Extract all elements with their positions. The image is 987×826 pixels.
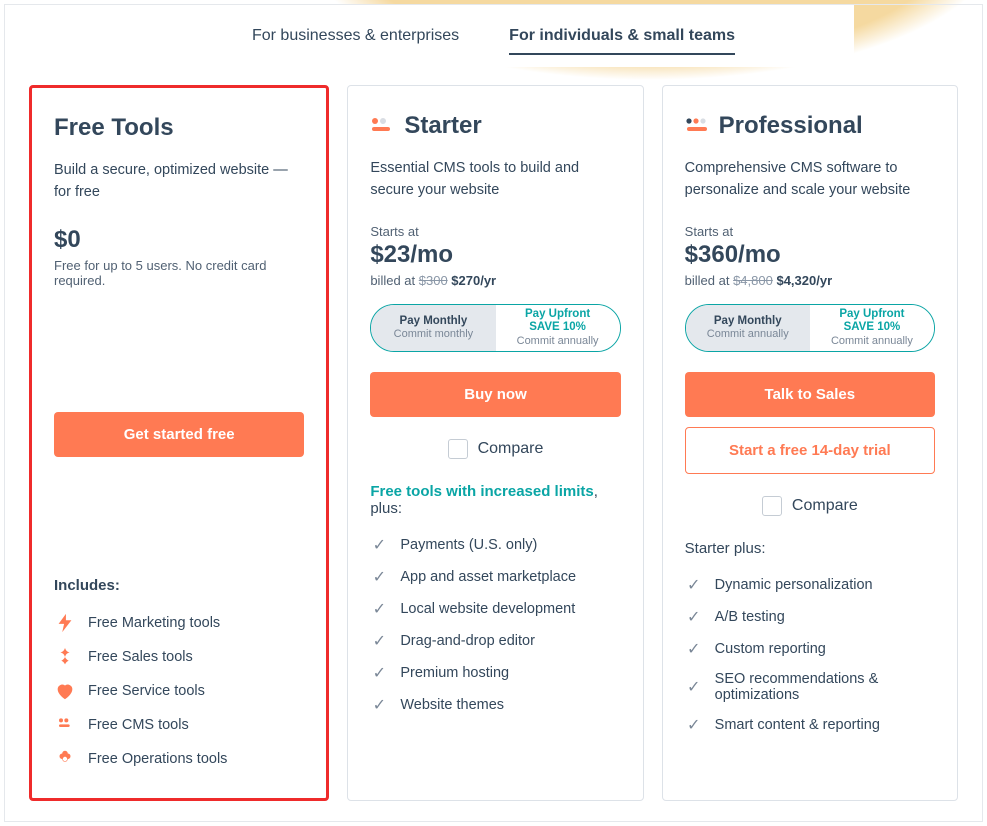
compare-label: Compare: [478, 440, 544, 458]
plan-title: Free Tools: [54, 114, 174, 142]
feature-label: Free Operations tools: [88, 751, 227, 767]
plan-desc: Build a secure, optimized website — for …: [54, 160, 304, 204]
list-item: ✓ Premium hosting: [370, 657, 620, 689]
feature-list: ✓ Dynamic personalization ✓ A/B testing ✓ C…: [685, 569, 935, 741]
compare-row[interactable]: Compare: [685, 496, 935, 516]
plan-price: $360/mo: [685, 241, 935, 269]
includes-header: Starter plus:: [685, 540, 935, 557]
list-item: ✓ Custom reporting: [685, 633, 935, 665]
list-item: ✓ Drag-and-drop editor: [370, 625, 620, 657]
check-icon: ✓: [370, 599, 388, 619]
toggle-pay-upfront[interactable]: Pay Upfront SAVE 10% Commit annually: [496, 305, 620, 351]
list-item: ✓ Smart content & reporting: [685, 709, 935, 741]
plan-billed-line: billed at $4,800 $4,320/yr: [685, 273, 935, 288]
cms-hub-icon: [54, 714, 76, 736]
check-icon: ✓: [370, 695, 388, 715]
buy-now-button[interactable]: Buy now: [370, 372, 620, 417]
check-icon: ✓: [370, 663, 388, 683]
check-icon: ✓: [685, 639, 703, 659]
includes-header: Free tools with increased limits, plus:: [370, 483, 620, 517]
get-started-free-button[interactable]: Get started free: [54, 412, 304, 457]
list-item: ✓ Payments (U.S. only): [370, 529, 620, 561]
check-icon: ✓: [685, 575, 703, 595]
toggle-pay-monthly[interactable]: Pay Monthly Commit annually: [686, 305, 810, 351]
plan-billed-line: billed at $300 $270/yr: [370, 273, 620, 288]
sales-hub-icon: [54, 646, 76, 668]
starts-at-label: Starts at: [370, 224, 620, 239]
feature-label: Free Sales tools: [88, 649, 193, 665]
plan-card-starter: Starter Essential CMS tools to build and…: [347, 85, 643, 801]
list-item: Free CMS tools: [54, 708, 304, 742]
plan-desc: Essential CMS tools to build and secure …: [370, 158, 620, 202]
feature-list: ✓ Payments (U.S. only) ✓ App and asset mar…: [370, 529, 620, 721]
feature-label: Dynamic personalization: [715, 577, 873, 593]
list-item: ✓ App and asset marketplace: [370, 561, 620, 593]
plan-card-professional: Professional Comprehensive CMS software …: [662, 85, 958, 801]
list-item: ✓ Local website development: [370, 593, 620, 625]
marketing-hub-icon: [54, 612, 76, 634]
feature-label: Custom reporting: [715, 641, 826, 657]
feature-label: Free CMS tools: [88, 717, 189, 733]
plan-title: Professional: [719, 112, 863, 140]
feature-label: Drag-and-drop editor: [400, 633, 535, 649]
list-item: ✓ SEO recommendations & optimizations: [685, 665, 935, 709]
list-item: Free Marketing tools: [54, 606, 304, 640]
feature-label: Free Marketing tools: [88, 615, 220, 631]
tab-individuals[interactable]: For individuals & small teams: [509, 27, 735, 55]
list-item: Free Operations tools: [54, 742, 304, 776]
feature-label: SEO recommendations & optimizations: [715, 671, 935, 703]
toggle-pay-upfront[interactable]: Pay Upfront SAVE 10% Commit annually: [810, 305, 934, 351]
audience-tabs: For businesses & enterprises For individ…: [134, 5, 854, 67]
page-container: For businesses & enterprises For individ…: [4, 4, 983, 822]
start-trial-button[interactable]: Start a free 14-day trial: [685, 427, 935, 474]
compare-checkbox[interactable]: [448, 439, 468, 459]
plan-title: Starter: [404, 112, 481, 140]
plan-price: $23/mo: [370, 241, 620, 269]
feature-label: Local website development: [400, 601, 575, 617]
check-icon: ✓: [370, 567, 388, 587]
feature-label: A/B testing: [715, 609, 785, 625]
list-item: ✓ A/B testing: [685, 601, 935, 633]
plan-price: $0: [54, 226, 304, 254]
toggle-pay-monthly[interactable]: Pay Monthly Commit monthly: [371, 305, 495, 351]
professional-tier-icon: [685, 117, 709, 135]
includes-header: Includes:: [54, 577, 304, 594]
pricing-cards: Free Tools Build a secure, optimized web…: [5, 67, 982, 821]
feature-label: Free Service tools: [88, 683, 205, 699]
check-icon: ✓: [370, 535, 388, 555]
feature-label: Payments (U.S. only): [400, 537, 537, 553]
feature-label: App and asset marketplace: [400, 569, 576, 585]
feature-label: Smart content & reporting: [715, 717, 880, 733]
list-item: ✓ Website themes: [370, 689, 620, 721]
feature-list: Free Marketing tools Free Sales tools Fr…: [54, 606, 304, 776]
compare-label: Compare: [792, 497, 858, 515]
list-item: Free Service tools: [54, 674, 304, 708]
billing-toggle[interactable]: Pay Monthly Commit annually Pay Upfront …: [685, 304, 935, 352]
check-icon: ✓: [685, 607, 703, 627]
feature-label: Website themes: [400, 697, 504, 713]
check-icon: ✓: [685, 677, 703, 697]
tab-business[interactable]: For businesses & enterprises: [252, 27, 459, 55]
compare-checkbox[interactable]: [762, 496, 782, 516]
plan-card-free: Free Tools Build a secure, optimized web…: [29, 85, 329, 801]
billing-toggle[interactable]: Pay Monthly Commit monthly Pay Upfront S…: [370, 304, 620, 352]
operations-hub-icon: [54, 748, 76, 770]
list-item: Free Sales tools: [54, 640, 304, 674]
feature-label: Premium hosting: [400, 665, 509, 681]
list-item: ✓ Dynamic personalization: [685, 569, 935, 601]
plan-price-note: Free for up to 5 users. No credit card r…: [54, 258, 304, 288]
talk-to-sales-button[interactable]: Talk to Sales: [685, 372, 935, 417]
compare-row[interactable]: Compare: [370, 439, 620, 459]
check-icon: ✓: [685, 715, 703, 735]
plan-desc: Comprehensive CMS software to personaliz…: [685, 158, 935, 202]
starts-at-label: Starts at: [685, 224, 935, 239]
service-hub-icon: [54, 680, 76, 702]
check-icon: ✓: [370, 631, 388, 651]
starter-tier-icon: [370, 117, 394, 135]
